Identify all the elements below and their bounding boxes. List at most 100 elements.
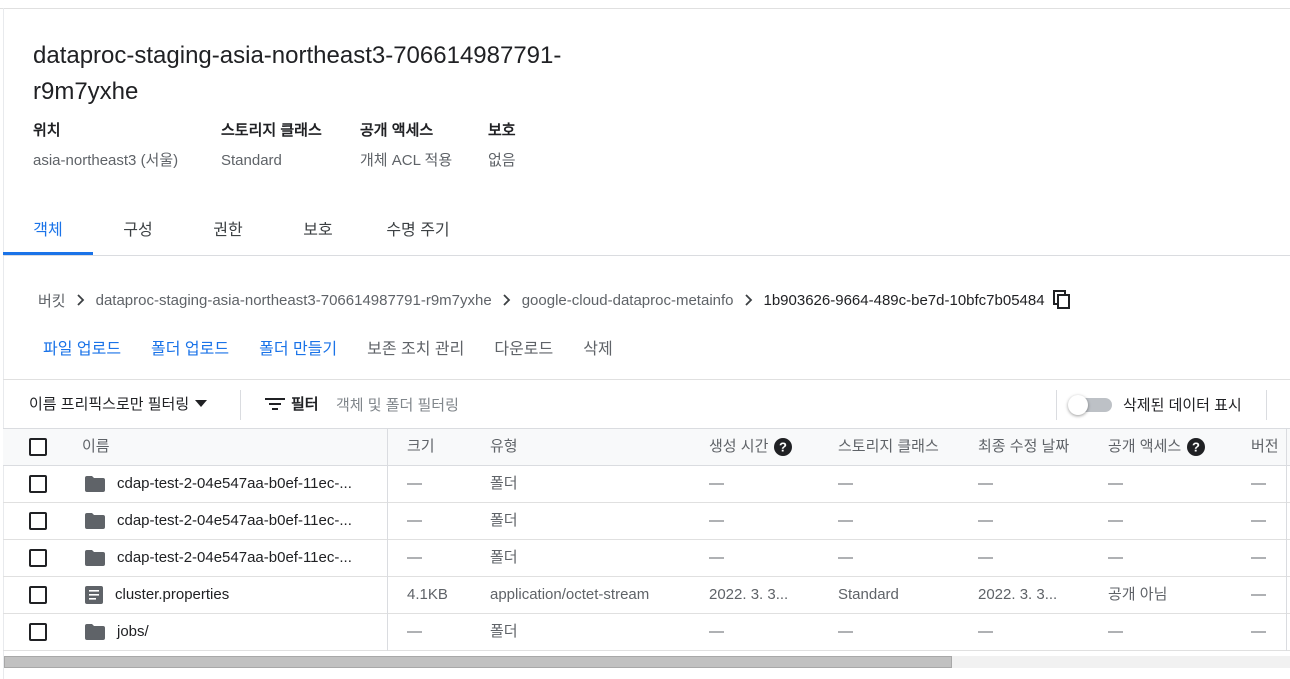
cell-name[interactable]: jobs/	[85, 614, 375, 650]
col-created[interactable]: 생성 시간 ?	[709, 429, 793, 465]
cell-modified: —	[978, 512, 993, 529]
cell-storage-class: Standard	[838, 586, 899, 603]
object-name[interactable]: cluster.properties	[115, 577, 229, 613]
cell-modified: 2022. 3. 3...	[978, 586, 1058, 603]
name-column-divider	[387, 429, 388, 651]
breadcrumb-buckets[interactable]: 버킷	[38, 290, 66, 311]
col-public-access[interactable]: 공개 액세스 ?	[1108, 429, 1206, 465]
cell-created: —	[709, 475, 724, 492]
cell-modified: —	[978, 623, 993, 640]
chevron-right-icon	[502, 294, 512, 306]
dropdown-arrow-icon	[195, 399, 208, 408]
cell-storage-class: —	[838, 512, 853, 529]
horizontal-scrollbar-thumb[interactable]	[4, 656, 952, 668]
meta-storage-class: 스토리지 클래스 Standard	[221, 120, 322, 172]
meta-protection-value: 없음	[488, 152, 516, 169]
row-checkbox[interactable]	[29, 549, 47, 567]
copy-icon[interactable]	[1052, 290, 1071, 310]
cell-size: —	[407, 549, 422, 566]
tab-lifecycle[interactable]: 수명 주기	[363, 212, 473, 255]
meta-location-value: asia-northeast3 (서울)	[33, 152, 179, 169]
filter-bar: 이름 프리픽스로만 필터링 필터 삭제된 데이터 표시	[3, 379, 1290, 429]
col-modified[interactable]: 최종 수정 날짜	[978, 429, 1069, 465]
objects-table: 이름 크기 유형 생성 시간 ? 스토리지 클래스 최종 수정 날짜 공개 액세…	[3, 429, 1290, 651]
download-button[interactable]: 다운로드	[479, 335, 568, 359]
help-icon[interactable]: ?	[1187, 438, 1206, 456]
cell-name[interactable]: cdap-test-2-04e547aa-b0ef-11ec-...	[85, 540, 375, 576]
cell-created: —	[709, 623, 724, 640]
cell-version: —	[1251, 549, 1266, 566]
row-checkbox[interactable]	[29, 623, 47, 641]
col-type[interactable]: 유형	[490, 429, 518, 465]
row-checkbox[interactable]	[29, 512, 47, 530]
row-checkbox[interactable]	[29, 475, 47, 493]
object-name[interactable]: cdap-test-2-04e547aa-b0ef-11ec-...	[117, 466, 352, 502]
col-version[interactable]: 버전	[1251, 429, 1279, 465]
col-size[interactable]: 크기	[407, 429, 435, 465]
meta-storage-class-value: Standard	[221, 152, 282, 169]
meta-public-access-value: 개체 ACL 적용	[360, 152, 453, 169]
create-folder-button[interactable]: 폴더 만들기	[244, 335, 352, 359]
table-row[interactable]: cluster.properties 4.1KB application/octet…	[3, 577, 1290, 614]
action-bar: 파일 업로드 폴더 업로드 폴더 만들기 보존 조치 관리 다운로드 삭제	[28, 333, 628, 361]
cell-version: —	[1251, 512, 1266, 529]
meta-protection: 보호 없음	[488, 120, 516, 172]
file-icon	[85, 586, 103, 604]
folder-icon	[85, 476, 105, 492]
cell-name[interactable]: cdap-test-2-04e547aa-b0ef-11ec-...	[85, 466, 375, 502]
cell-type: 폴더	[490, 475, 518, 492]
meta-protection-label: 보호	[488, 122, 516, 139]
col-public-access-label: 공개 액세스	[1108, 438, 1182, 455]
cell-name[interactable]: cdap-test-2-04e547aa-b0ef-11ec-...	[85, 503, 375, 539]
upload-folder-button[interactable]: 폴더 업로드	[136, 335, 244, 359]
cell-size: —	[407, 475, 422, 492]
object-name[interactable]: cdap-test-2-04e547aa-b0ef-11ec-...	[117, 503, 352, 539]
chevron-right-icon	[744, 294, 754, 306]
folder-icon	[85, 513, 105, 529]
cell-size: —	[407, 512, 422, 529]
manage-holds-button[interactable]: 보존 조치 관리	[352, 335, 479, 359]
delete-button[interactable]: 삭제	[568, 335, 627, 359]
filter-divider	[240, 390, 241, 420]
table-row[interactable]: jobs/ — 폴더 — — — — —	[3, 614, 1290, 651]
show-deleted-toggle[interactable]	[1068, 394, 1114, 416]
cell-storage-class: —	[838, 549, 853, 566]
col-name[interactable]: 이름	[82, 429, 110, 465]
cell-version: —	[1251, 623, 1266, 640]
tab-objects[interactable]: 객체	[3, 212, 93, 255]
cell-storage-class: —	[838, 475, 853, 492]
cell-name[interactable]: cluster.properties	[85, 577, 375, 613]
breadcrumb-folder[interactable]: google-cloud-dataproc-metainfo	[522, 292, 734, 309]
prefix-filter-dropdown[interactable]: 이름 프리픽스로만 필터링	[29, 393, 208, 414]
col-storage-class[interactable]: 스토리지 클래스	[838, 429, 939, 465]
meta-public-access: 공개 액세스 개체 ACL 적용	[360, 120, 452, 172]
filter-divider	[1266, 390, 1267, 420]
cell-created: —	[709, 512, 724, 529]
filter-button[interactable]: 필터	[265, 393, 319, 414]
cell-size: —	[407, 623, 422, 640]
object-name[interactable]: cdap-test-2-04e547aa-b0ef-11ec-...	[117, 540, 352, 576]
cell-version: —	[1251, 586, 1266, 603]
table-row[interactable]: cdap-test-2-04e547aa-b0ef-11ec-... — 폴더 — — —…	[3, 466, 1290, 503]
object-name[interactable]: jobs/	[117, 614, 149, 650]
cell-type: 폴더	[490, 549, 518, 566]
table-right-edge	[1286, 429, 1287, 651]
breadcrumb-bucket[interactable]: dataproc-staging-asia-northeast3-7066149…	[96, 292, 492, 309]
tab-protection[interactable]: 보호	[273, 212, 363, 255]
meta-location: 위치 asia-northeast3 (서울)	[33, 120, 178, 172]
meta-public-access-label: 공개 액세스	[360, 122, 434, 139]
cell-version: —	[1251, 475, 1266, 492]
upload-file-button[interactable]: 파일 업로드	[28, 335, 136, 359]
cell-type: application/octet-stream	[490, 586, 650, 603]
show-deleted-label: 삭제된 데이터 표시	[1123, 397, 1242, 414]
filter-input[interactable]	[336, 392, 936, 418]
tab-permissions[interactable]: 권한	[183, 212, 273, 255]
help-icon[interactable]: ?	[774, 438, 793, 456]
table-row[interactable]: cdap-test-2-04e547aa-b0ef-11ec-... — 폴더 — — —…	[3, 540, 1290, 577]
table-row[interactable]: cdap-test-2-04e547aa-b0ef-11ec-... — 폴더 — — —…	[3, 503, 1290, 540]
select-all-checkbox[interactable]	[29, 438, 47, 456]
meta-storage-class-label: 스토리지 클래스	[221, 122, 322, 139]
filter-label: 필터	[291, 396, 319, 413]
tab-configuration[interactable]: 구성	[93, 212, 183, 255]
row-checkbox[interactable]	[29, 586, 47, 604]
